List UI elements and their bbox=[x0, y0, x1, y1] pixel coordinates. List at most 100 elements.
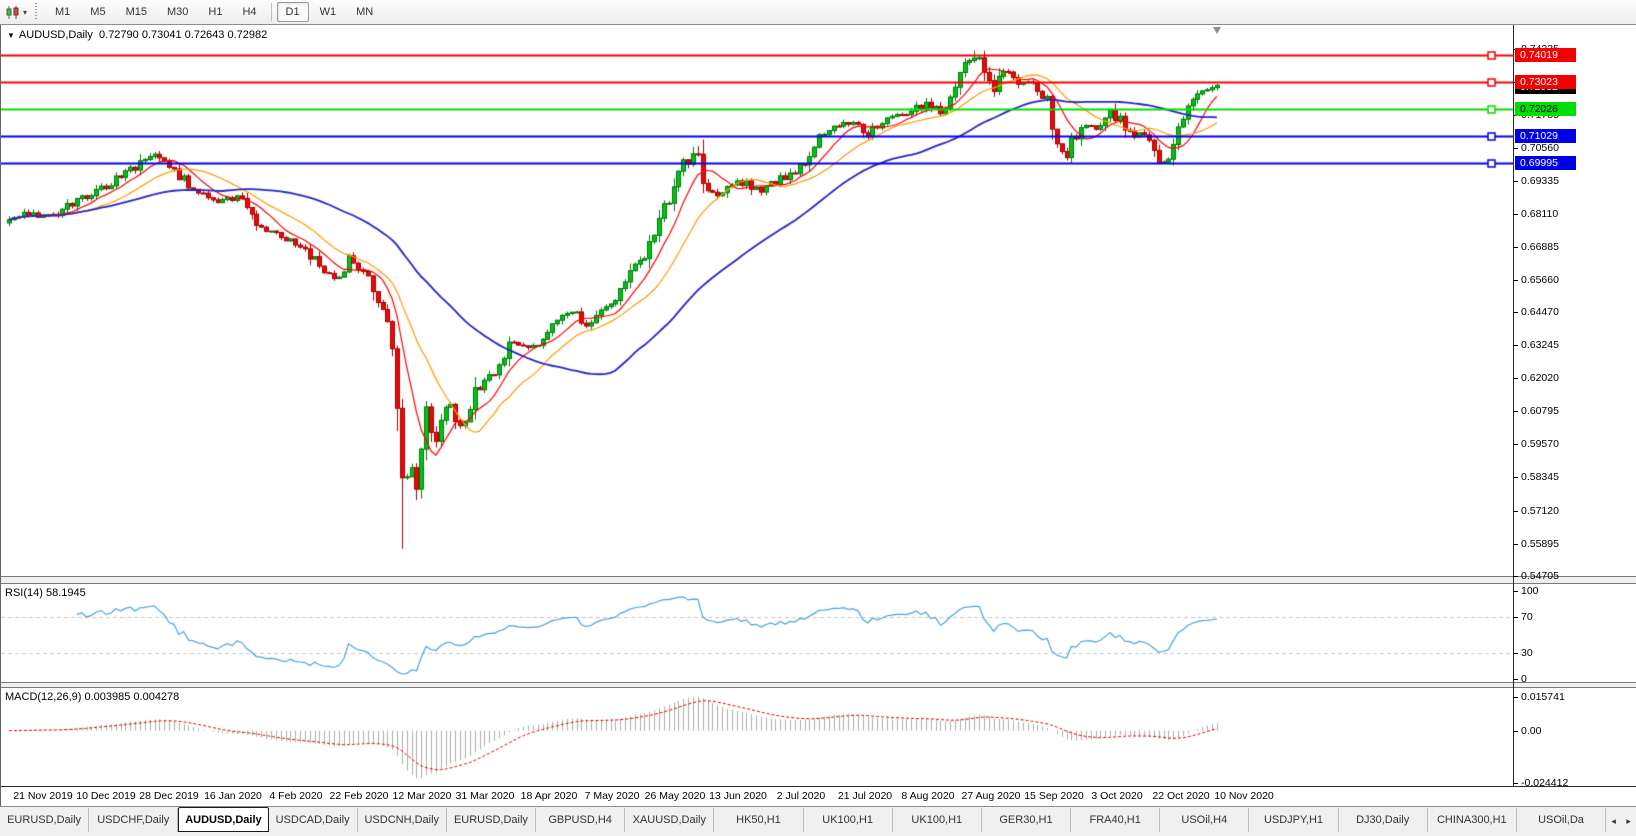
price-axis-tick-label: 0.69335 bbox=[1521, 175, 1559, 187]
chart-tab-hk50-h1[interactable]: HK50,H1 bbox=[714, 808, 803, 832]
price-axis-tick-label: 0.59570 bbox=[1521, 438, 1559, 450]
timeframe-toolbar: ▾ M1M5M15M30H1H4 D1W1MN bbox=[0, 0, 1636, 25]
price-axis-tick bbox=[1513, 576, 1518, 577]
price-axis-tick-label: 0.58345 bbox=[1521, 471, 1559, 483]
date-axis-label: 26 May 2020 bbox=[645, 790, 706, 802]
date-axis-label: 15 Sep 2020 bbox=[1024, 790, 1084, 802]
chart-tab-xauusd-daily[interactable]: XAUUSD,Daily bbox=[625, 808, 714, 832]
timeframe-buttons: M1M5M15M30H1H4 D1W1MN bbox=[45, 2, 383, 22]
chart-tab-usdjpy-h1[interactable]: USDJPY,H1 bbox=[1249, 808, 1338, 832]
tab-scroll-right-button[interactable]: ▸ bbox=[1621, 807, 1636, 836]
price-axis-tick bbox=[1513, 148, 1518, 149]
date-axis-label: 7 May 2020 bbox=[585, 790, 640, 802]
chart-tab-bar: EURUSD,DailyUSDCHF,DailyAUDUSD,DailyUSDC… bbox=[0, 806, 1636, 836]
chart-tab-eurusd-daily[interactable]: EURUSD,Daily bbox=[447, 808, 536, 832]
collapse-arrow-icon[interactable]: ▼ bbox=[7, 31, 15, 40]
chart-tab-usoil-h4[interactable]: USOil,H4 bbox=[1160, 808, 1249, 832]
chart-ohlc-values: 0.72790 0.73041 0.72643 0.72982 bbox=[99, 29, 267, 41]
price-axis-tick bbox=[1513, 444, 1518, 445]
price-axis-tick-label: 0.66885 bbox=[1521, 241, 1559, 253]
timeframe-button-MN[interactable]: MN bbox=[347, 2, 382, 22]
tab-scroll-left-button[interactable]: ◂ bbox=[1606, 807, 1621, 836]
price-axis-tick bbox=[1513, 378, 1518, 379]
main-price-chart-canvas[interactable] bbox=[1, 25, 1513, 576]
price-axis-tick-label: 0.68110 bbox=[1521, 208, 1558, 220]
timeframe-button-H4[interactable]: H4 bbox=[233, 2, 265, 22]
chart-tab-uk100-h1[interactable]: UK100,H1 bbox=[804, 808, 893, 832]
price-axis-tick bbox=[1513, 280, 1518, 281]
date-axis-label: 31 Mar 2020 bbox=[456, 790, 515, 802]
chart-header: ▼ AUDUSD,Daily 0.72790 0.73041 0.72643 0.… bbox=[7, 29, 267, 41]
macd-axis-tick bbox=[1513, 697, 1518, 698]
date-axis-label: 22 Feb 2020 bbox=[330, 790, 389, 802]
chart-tab-china300-h1[interactable]: CHINA300,H1 bbox=[1428, 808, 1517, 832]
price-axis-tick-label: 0.65660 bbox=[1521, 274, 1559, 286]
price-axis-tick bbox=[1513, 544, 1518, 545]
price-axis-tick-label: 0.64470 bbox=[1521, 306, 1559, 318]
panel-splitter[interactable] bbox=[1, 576, 1636, 584]
macd-indicator-canvas[interactable] bbox=[1, 688, 1513, 786]
chart-tab-audusd-daily[interactable]: AUDUSD,Daily bbox=[178, 807, 268, 832]
price-axis-tick bbox=[1513, 247, 1518, 248]
price-axis-tick bbox=[1513, 214, 1518, 215]
chart-shift-marker[interactable] bbox=[1213, 27, 1221, 34]
hline-price-label[interactable]: 0.69995 bbox=[1515, 156, 1576, 170]
chart-tab-eurusd-daily[interactable]: EURUSD,Daily bbox=[0, 808, 89, 832]
chart-tab-usdcad-daily[interactable]: USDCAD,Daily bbox=[269, 808, 358, 832]
date-axis-label: 13 Jun 2020 bbox=[709, 790, 767, 802]
date-axis-label: 2 Jul 2020 bbox=[777, 790, 825, 802]
date-axis-label: 21 Jul 2020 bbox=[838, 790, 892, 802]
timeframe-button-M15[interactable]: M15 bbox=[117, 2, 156, 22]
timeframe-button-H1[interactable]: H1 bbox=[199, 2, 231, 22]
chevron-down-icon[interactable]: ▾ bbox=[23, 8, 27, 17]
date-axis-label: 10 Dec 2019 bbox=[76, 790, 136, 802]
candlestick-glyph bbox=[6, 6, 20, 19]
price-axis-tick bbox=[1513, 477, 1518, 478]
toolbar-grip[interactable] bbox=[34, 3, 39, 21]
price-axis-tick bbox=[1513, 345, 1518, 346]
panel-splitter[interactable] bbox=[1, 682, 1636, 688]
price-axis-tick-label: 0.57120 bbox=[1521, 505, 1559, 517]
chart-type-icon[interactable] bbox=[4, 4, 22, 20]
rsi-axis-label: 0 bbox=[1521, 673, 1527, 685]
chart-tab-gbpusd-h4[interactable]: GBPUSD,H4 bbox=[536, 808, 625, 832]
date-axis-label: 28 Dec 2019 bbox=[139, 790, 199, 802]
rsi-header: RSI(14) 58.1945 bbox=[5, 587, 86, 599]
chart-tab-uk100-h1[interactable]: UK100,H1 bbox=[893, 808, 982, 832]
date-axis-label: 3 Oct 2020 bbox=[1091, 790, 1142, 802]
macd-axis-tick bbox=[1513, 731, 1518, 732]
chart-tab-fra40-h1[interactable]: FRA40,H1 bbox=[1071, 808, 1160, 832]
date-axis-label: 22 Oct 2020 bbox=[1152, 790, 1209, 802]
timeframe-button-W1[interactable]: W1 bbox=[311, 2, 346, 22]
timeframe-button-M5[interactable]: M5 bbox=[81, 2, 114, 22]
chart-tab-dj30-daily[interactable]: DJ30,Daily bbox=[1339, 808, 1428, 832]
rsi-indicator-canvas[interactable] bbox=[1, 584, 1513, 682]
chart-symbol-label: AUDUSD,Daily bbox=[19, 29, 93, 41]
price-axis-border bbox=[1513, 25, 1514, 786]
chart-window: ▼ AUDUSD,Daily 0.72790 0.73041 0.72643 0.… bbox=[0, 25, 1636, 806]
hline-price-label[interactable]: 0.71029 bbox=[1515, 129, 1576, 143]
price-axis-tick-label: 0.55895 bbox=[1521, 538, 1559, 550]
price-axis-tick bbox=[1513, 181, 1518, 182]
chart-tab-usoil-da[interactable]: USOil,Da bbox=[1517, 808, 1606, 832]
hline-price-label[interactable]: 0.73023 bbox=[1515, 75, 1576, 89]
macd-panel-border bbox=[1, 786, 1636, 787]
macd-axis-tick bbox=[1513, 783, 1518, 784]
chart-tab-usdchf-daily[interactable]: USDCHF,Daily bbox=[89, 808, 178, 832]
chart-tab-ger30-h1[interactable]: GER30,H1 bbox=[982, 808, 1071, 832]
chart-tab-usdcnh-daily[interactable]: USDCNH,Daily bbox=[358, 808, 447, 832]
date-axis-label: 21 Nov 2019 bbox=[13, 790, 73, 802]
hline-price-label[interactable]: 0.72026 bbox=[1515, 102, 1576, 116]
hline-price-label[interactable]: 0.74019 bbox=[1515, 48, 1576, 62]
price-axis-tick-label: 0.70560 bbox=[1521, 142, 1559, 154]
timeframe-button-M30[interactable]: M30 bbox=[158, 2, 197, 22]
macd-axis-label: 0.015741 bbox=[1521, 691, 1565, 703]
timeframe-button-M1[interactable]: M1 bbox=[46, 2, 79, 22]
timeframe-button-D1[interactable]: D1 bbox=[277, 2, 309, 22]
price-axis-tick bbox=[1513, 312, 1518, 313]
price-axis-tick-label: 0.54705 bbox=[1521, 570, 1559, 582]
date-axis-label: 12 Mar 2020 bbox=[393, 790, 452, 802]
rsi-axis-label: 100 bbox=[1521, 585, 1539, 597]
date-axis-label: 16 Jan 2020 bbox=[204, 790, 262, 802]
date-axis-label: 10 Nov 2020 bbox=[1214, 790, 1274, 802]
